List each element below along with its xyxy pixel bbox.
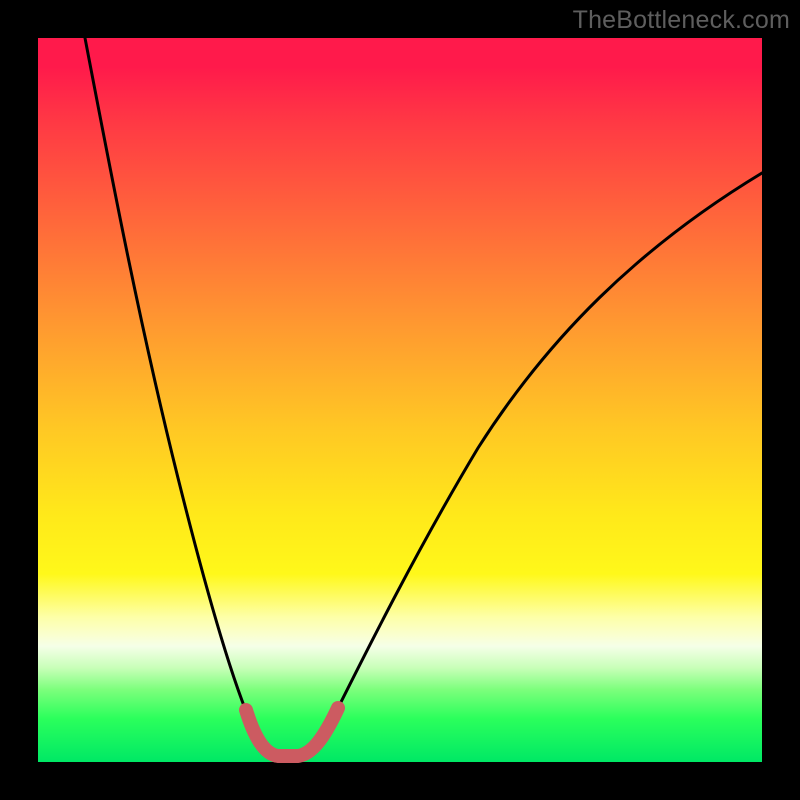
bottleneck-curve <box>85 38 762 756</box>
chart-frame: TheBottleneck.com <box>0 0 800 800</box>
optimal-region-marker <box>246 708 338 756</box>
plot-area <box>38 38 762 762</box>
watermark-text: TheBottleneck.com <box>573 6 790 35</box>
curve-svg <box>38 38 762 762</box>
